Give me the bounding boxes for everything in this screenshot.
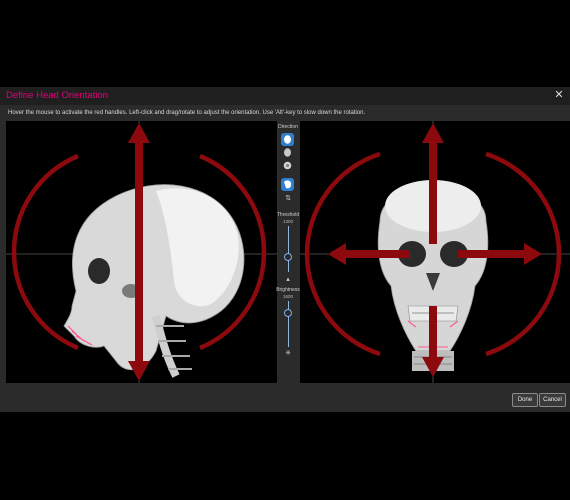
head-profile-icon[interactable] [281,178,294,191]
head-side-icon[interactable] [281,146,294,159]
done-button[interactable]: Done [512,393,538,407]
threshold-slider-thumb[interactable] [284,253,292,262]
dialog-title: Define Head Orientation [6,90,108,101]
head-orientation-dialog: Define Head Orientation ✕ Hover the mous… [0,87,570,412]
brightness-slider-thumb[interactable] [284,308,292,317]
skull-lateral-render [63,184,245,378]
cancel-button[interactable]: Cancel [539,393,566,407]
head-top-icon[interactable] [281,159,294,172]
lateral-view-viewport[interactable] [6,121,277,383]
threshold-increase-icon[interactable]: ▴ [284,276,292,284]
rotate-icon[interactable]: ⇅ [284,195,292,203]
threshold-slider-track[interactable] [287,226,289,272]
orientation-side-panel: Direction ⇅ Threshold 1300 ▴ Brightness … [276,121,300,383]
head-front-icon[interactable] [281,133,294,146]
frontal-view-viewport[interactable] [300,121,570,383]
instructions-text: Hover the mouse to activate the red hand… [8,110,366,116]
brightness-slider-track[interactable] [287,301,289,347]
dialog-titlebar: Define Head Orientation ✕ [0,87,570,105]
close-icon[interactable]: ✕ [552,88,566,102]
sun-icon: ✳ [285,350,291,357]
